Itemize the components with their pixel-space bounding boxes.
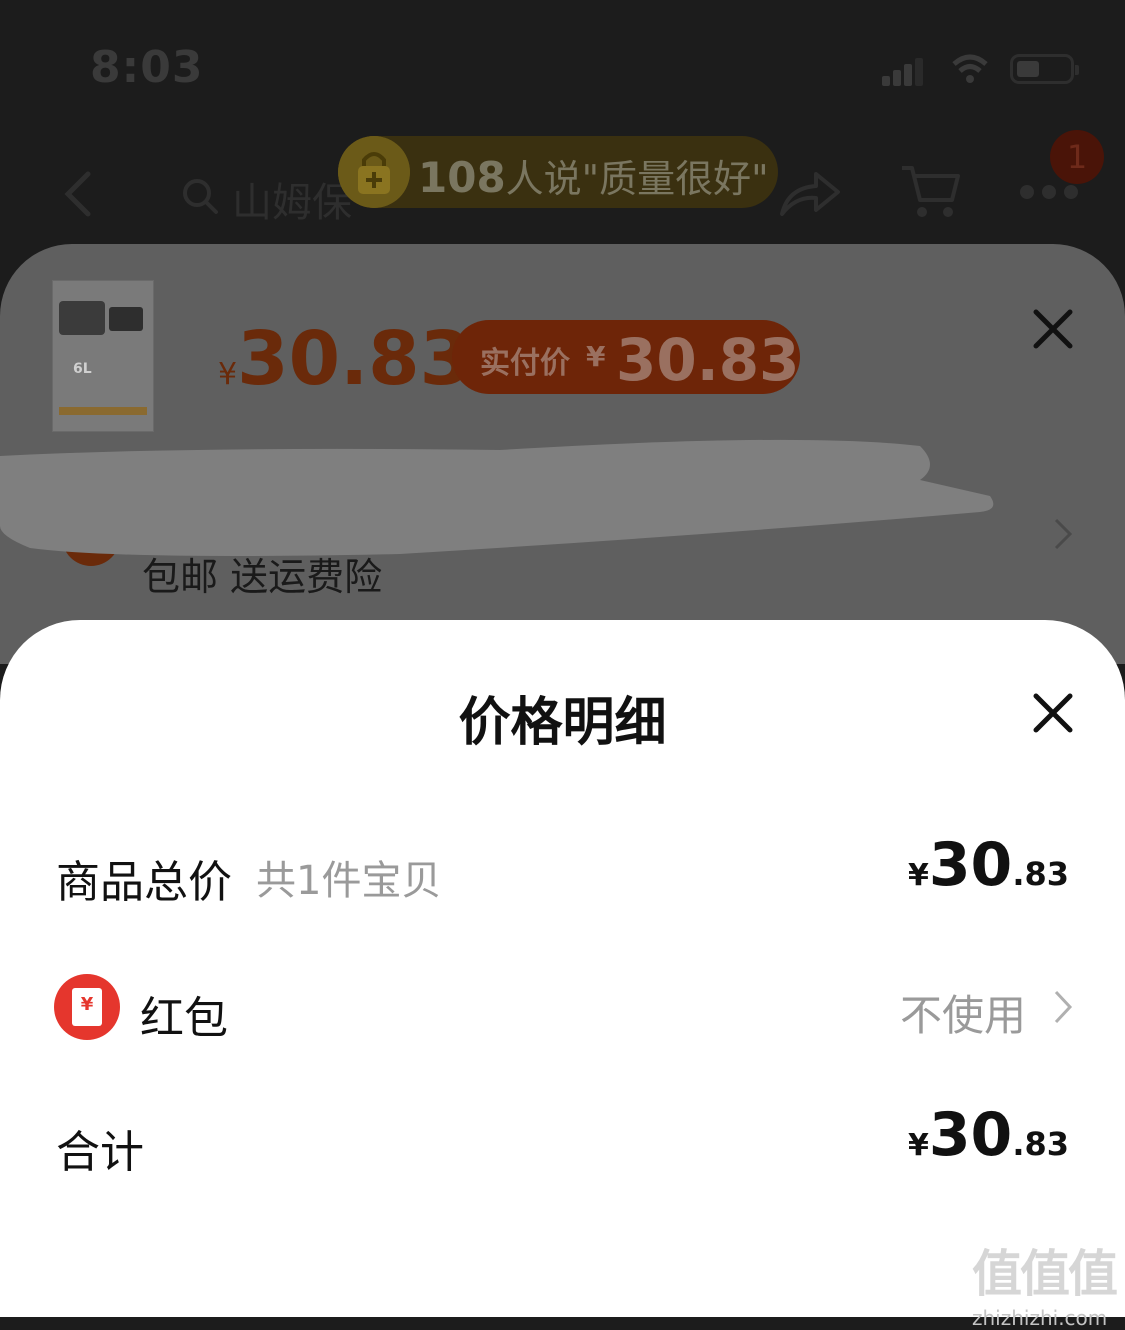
- price-value: 30.83: [237, 316, 472, 402]
- wifi-icon: [952, 54, 988, 83]
- paid-price-label: 实付价: [480, 346, 570, 381]
- close-icon[interactable]: [1030, 690, 1076, 736]
- red-packet-label: 红包: [140, 993, 228, 1044]
- sum-price: ¥30.83: [908, 1100, 1069, 1170]
- sheet-title: 价格明细: [458, 693, 667, 753]
- cart-icon[interactable]: [900, 160, 964, 222]
- paid-price-pill[interactable]: 实付价 ¥ 30.83: [452, 320, 800, 394]
- currency-symbol: ¥: [907, 858, 929, 893]
- review-quote: 人说"质量很好": [505, 157, 769, 201]
- price-decimal: .83: [1012, 855, 1069, 893]
- paid-price-value: 30.83: [616, 326, 800, 394]
- review-count: 108: [418, 153, 506, 202]
- thumb-label: 6L: [73, 361, 92, 377]
- back-icon[interactable]: [58, 170, 98, 218]
- price-integer: 30: [928, 1100, 1013, 1170]
- review-text: 108人说"质量很好": [418, 148, 769, 203]
- search-input[interactable]: 山姆保: [232, 170, 352, 228]
- product-thumbnail: 6L: [52, 280, 154, 432]
- currency-symbol: ¥: [907, 1128, 929, 1163]
- watermark-url: zhizhizhi.com: [972, 1306, 1108, 1330]
- item-count-text: 共1件宝贝: [256, 858, 442, 904]
- paid-price-symbol: ¥: [586, 340, 606, 373]
- chevron-right-icon[interactable]: [1050, 516, 1076, 552]
- total-goods-label: 商品总价: [56, 857, 232, 908]
- red-packet-glyph: ¥: [80, 994, 94, 1015]
- price-decimal: .83: [1012, 1125, 1069, 1163]
- watermark-logo: 值值值: [972, 1245, 1118, 1303]
- redaction-smear: [0, 439, 994, 556]
- cellular-signal-icon: [882, 58, 923, 86]
- chevron-right-icon[interactable]: [1050, 988, 1076, 1026]
- watermark: 值值值 zhizhizhi.com: [972, 1234, 1122, 1330]
- more-icon[interactable]: [1020, 185, 1080, 201]
- price-symbol: ¥: [218, 357, 238, 392]
- red-packet-icon: ¥: [54, 974, 120, 1040]
- share-icon[interactable]: [778, 168, 842, 220]
- close-icon[interactable]: [1030, 306, 1076, 352]
- status-time: 8:03: [90, 42, 204, 93]
- search-icon[interactable]: [180, 176, 220, 216]
- red-packet-value[interactable]: 不使用: [900, 982, 1026, 1043]
- lock-icon: [338, 136, 410, 208]
- cart-badge: 1: [1050, 130, 1104, 184]
- total-goods-price: ¥30.83: [908, 830, 1069, 900]
- sum-label: 合计: [56, 1127, 144, 1178]
- product-price: ¥30.83: [218, 316, 471, 402]
- battery-icon: [1010, 54, 1079, 84]
- price-integer: 30: [928, 830, 1013, 900]
